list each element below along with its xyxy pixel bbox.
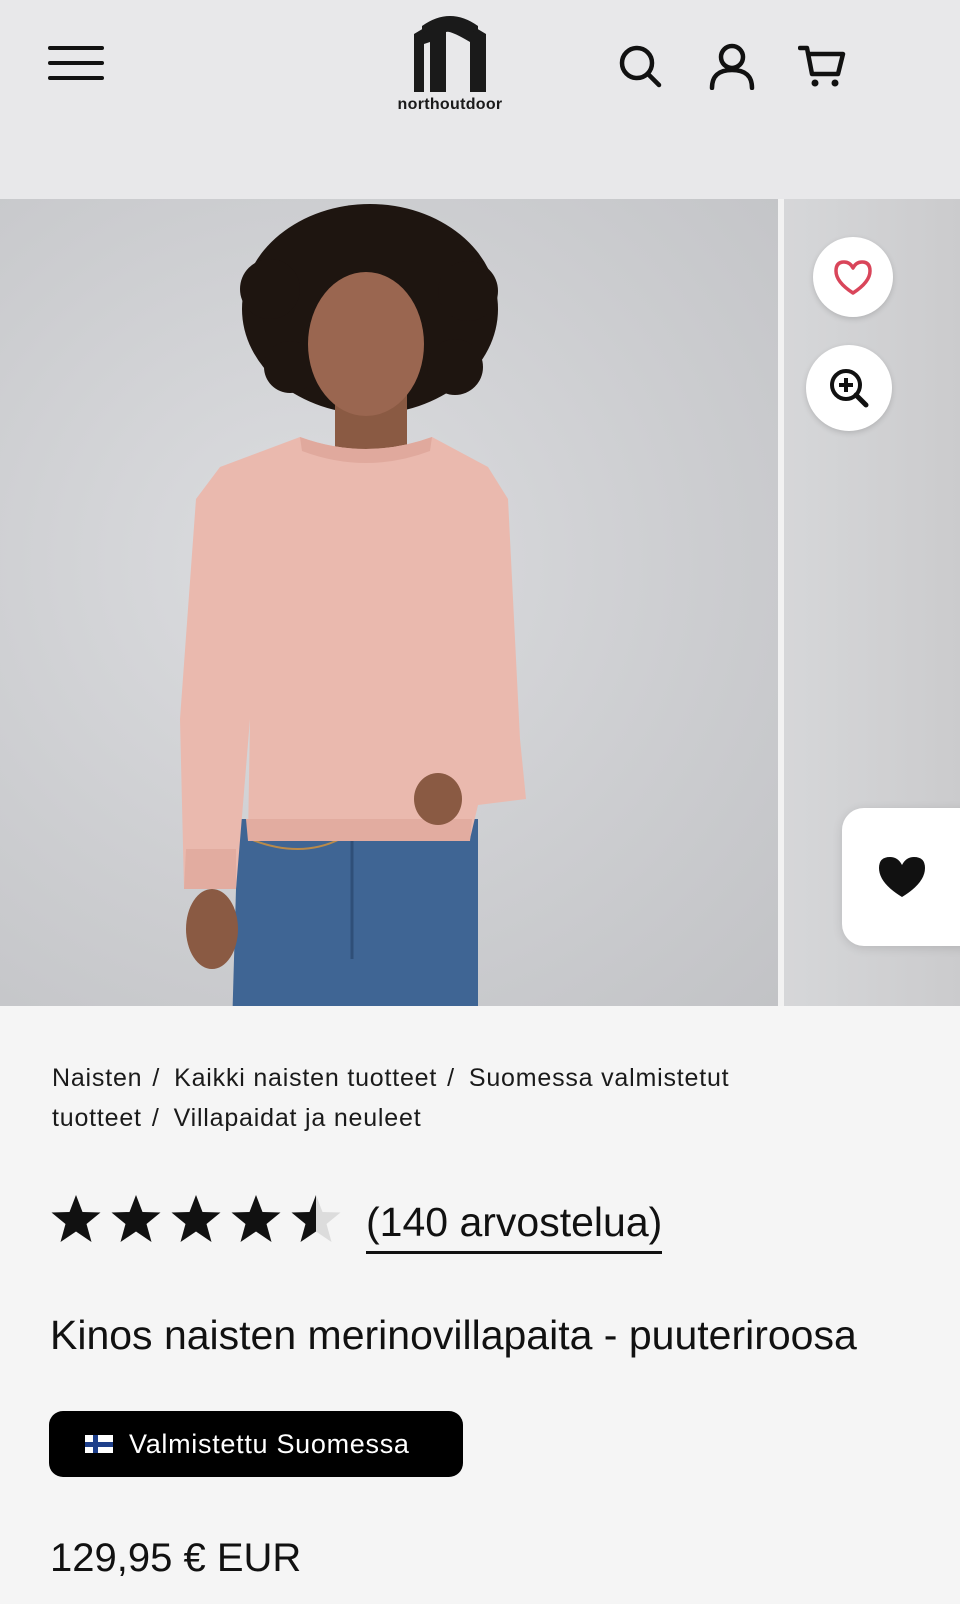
product-gallery[interactable] xyxy=(0,199,960,1006)
reviews-link[interactable]: (140 arvostelua) xyxy=(366,1199,663,1254)
breadcrumb-item[interactable]: Naisten xyxy=(52,1064,142,1092)
breadcrumb-item[interactable]: Kaikki naisten tuotteet xyxy=(174,1064,437,1092)
made-in-finland-badge: Valmistettu Suomessa xyxy=(49,1411,463,1477)
badge-label: Valmistettu Suomessa xyxy=(129,1428,410,1459)
product-price: 129,95 € EUR xyxy=(50,1536,302,1580)
account-icon[interactable] xyxy=(708,42,756,91)
star-icon xyxy=(231,1195,281,1242)
zoom-button[interactable] xyxy=(806,345,892,431)
brand-logo[interactable]: northoutdoor xyxy=(388,12,512,124)
breadcrumb-separator: / xyxy=(152,1064,161,1092)
zoom-in-icon xyxy=(830,369,869,408)
model-illustration xyxy=(180,204,526,1006)
breadcrumb-item[interactable]: Villapaidat ja neuleet xyxy=(174,1104,422,1132)
heart-outline-icon xyxy=(834,260,872,295)
search-icon[interactable] xyxy=(616,42,664,90)
heart-filled-icon xyxy=(879,857,925,897)
breadcrumb-separator: / xyxy=(447,1064,455,1092)
breadcrumb-separator: / xyxy=(151,1104,160,1132)
product-info: Naisten / Kaikki naisten tuotteet / Suomessa… xyxy=(0,1006,960,1604)
menu-icon[interactable] xyxy=(48,46,104,86)
breadcrumb: Naisten / Kaikki naisten tuotteet / Suomessa… xyxy=(52,1058,912,1138)
star-icon xyxy=(111,1195,161,1242)
rating-stars xyxy=(48,1192,344,1248)
star-icon xyxy=(171,1195,221,1242)
finland-flag-icon xyxy=(85,1435,113,1453)
floating-wishlist-tab[interactable] xyxy=(842,808,960,946)
cart-icon[interactable] xyxy=(797,42,846,90)
site-header: northoutdoor xyxy=(0,0,960,199)
logo-arch-icon xyxy=(414,16,486,92)
star-icon xyxy=(291,1195,341,1242)
brand-name: northoutdoor xyxy=(397,96,503,113)
star-icon xyxy=(51,1195,101,1242)
product-rating: (140 arvostelua) xyxy=(48,1190,663,1254)
product-title: Kinos naisten merinovillapaita - puuteri… xyxy=(50,1312,857,1358)
wishlist-button[interactable] xyxy=(813,237,893,317)
product-photo[interactable] xyxy=(0,199,778,1006)
